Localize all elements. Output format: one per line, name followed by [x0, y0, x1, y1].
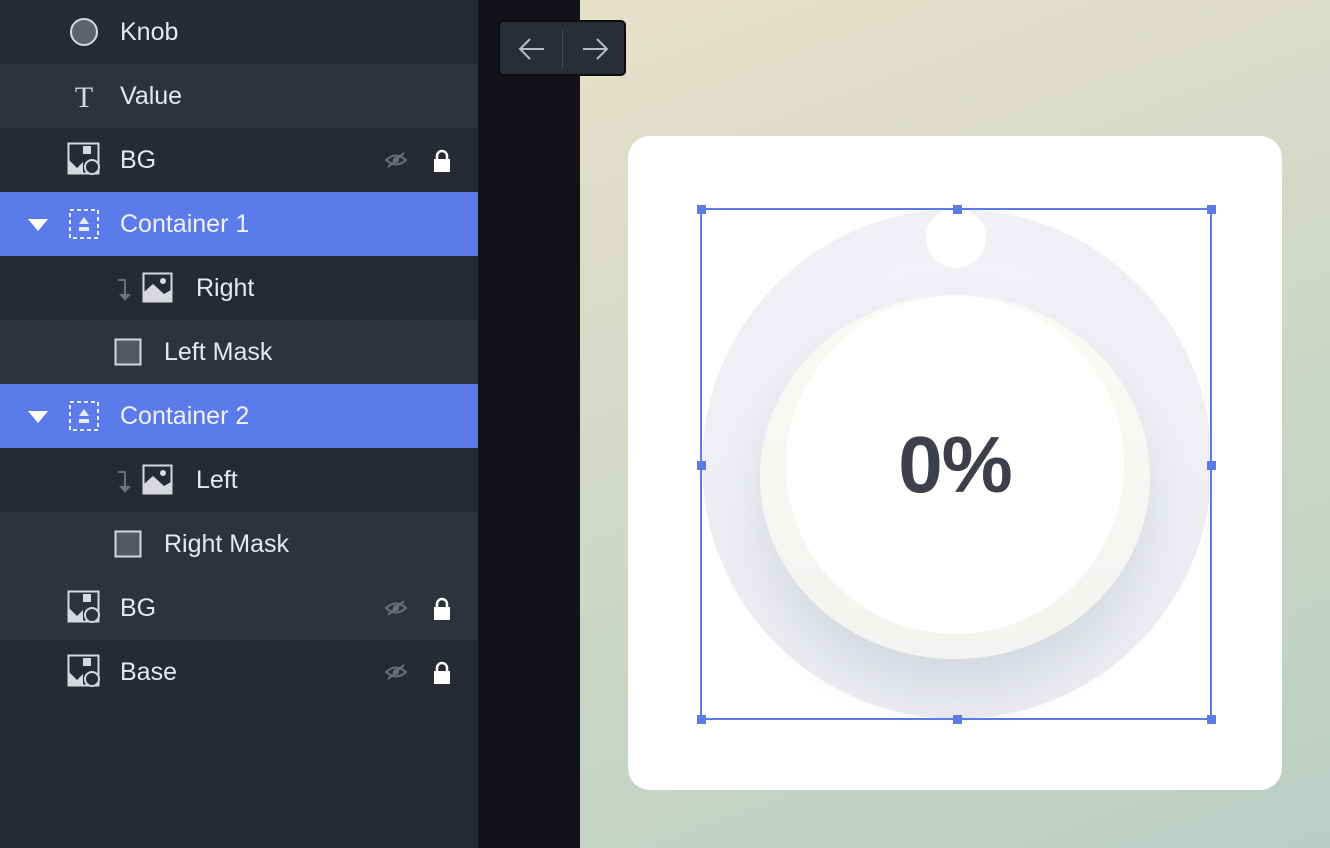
resize-handle-bottom-left[interactable] — [697, 715, 706, 724]
expand-caret-icon[interactable] — [28, 219, 48, 231]
layer-row-container-2[interactable]: Container 2 — [0, 384, 478, 448]
arrow-left-icon — [518, 38, 544, 60]
picture-icon — [142, 272, 173, 303]
svg-text:T: T — [75, 82, 93, 110]
picture-icon — [142, 464, 173, 495]
resize-handle-bottom-right[interactable] — [1207, 715, 1216, 724]
lock-icon[interactable] — [432, 597, 452, 621]
resize-handle-top-left[interactable] — [697, 205, 706, 214]
layer-label: BG — [120, 146, 157, 174]
image-shape-icon — [67, 142, 100, 175]
container-icon — [69, 401, 99, 431]
layer-row-bg[interactable]: BG — [0, 128, 478, 192]
panel-gutter — [478, 0, 580, 848]
layer-label: Right — [196, 274, 255, 302]
layer-row-base[interactable]: Base — [0, 640, 478, 704]
square-icon — [114, 338, 142, 366]
layers-panel: Knob T Value BG Container 1 Right Left M… — [0, 0, 478, 848]
selection-outline[interactable] — [700, 208, 1212, 720]
resize-handle-top[interactable] — [953, 205, 962, 214]
layer-row-left-mask[interactable]: Left Mask — [0, 320, 478, 384]
text-icon: T — [75, 82, 93, 110]
layer-label: Container 1 — [120, 210, 250, 238]
layer-row-left[interactable]: Left — [0, 448, 478, 512]
layer-label: BG — [120, 594, 157, 622]
image-shape-icon — [67, 590, 100, 623]
layer-label: Left — [196, 466, 238, 494]
undo-back-button[interactable] — [500, 22, 562, 74]
resize-handle-top-right[interactable] — [1207, 205, 1216, 214]
mask-arrow-icon — [118, 471, 131, 493]
circle-icon — [70, 18, 98, 46]
layer-label: Left Mask — [164, 338, 273, 366]
resize-handle-left[interactable] — [697, 461, 706, 470]
layer-label: Value — [120, 82, 183, 110]
square-icon — [114, 530, 142, 558]
resize-handle-bottom[interactable] — [953, 715, 962, 724]
layer-row-right-mask[interactable]: Right Mask — [0, 512, 478, 576]
arrow-right-icon — [583, 38, 609, 60]
layer-row-right[interactable]: Right — [0, 256, 478, 320]
redo-forward-button[interactable] — [563, 22, 625, 74]
expand-caret-icon[interactable] — [28, 411, 48, 423]
layer-label: Right Mask — [164, 530, 290, 558]
layer-row-value[interactable]: T Value — [0, 64, 478, 128]
eye-hidden-icon[interactable] — [384, 664, 408, 680]
layer-row-bg-2[interactable]: BG — [0, 576, 478, 640]
layer-row-knob[interactable]: Knob — [0, 0, 478, 64]
image-shape-icon — [67, 654, 100, 687]
layer-row-container-1[interactable]: Container 1 — [0, 192, 478, 256]
history-nav — [498, 20, 626, 76]
mask-arrow-icon — [118, 279, 131, 301]
lock-icon[interactable] — [432, 149, 452, 173]
eye-hidden-icon[interactable] — [384, 152, 408, 168]
layer-label: Container 2 — [120, 402, 250, 430]
layer-label: Knob — [120, 18, 179, 46]
lock-icon[interactable] — [432, 661, 452, 685]
resize-handle-right[interactable] — [1207, 461, 1216, 470]
container-icon — [69, 209, 99, 239]
eye-hidden-icon[interactable] — [384, 600, 408, 616]
layer-label: Base — [120, 658, 177, 686]
